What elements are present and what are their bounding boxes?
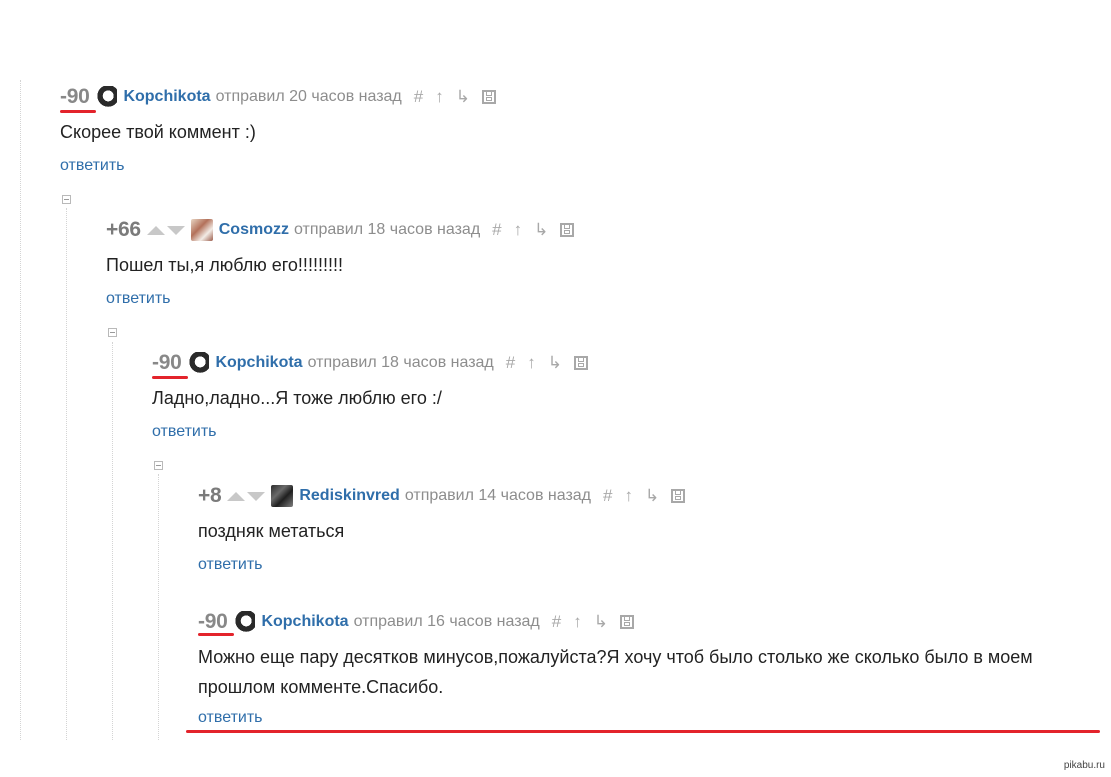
- highlight-underline: [152, 376, 188, 379]
- kopchikota-avatar[interactable]: [95, 86, 118, 108]
- parent-arrow-icon[interactable]: ↑: [527, 353, 536, 373]
- branch-icon[interactable]: ↳: [456, 87, 470, 107]
- comment-author[interactable]: Kopchikota: [123, 88, 210, 106]
- highlight-underline: [60, 110, 96, 113]
- parent-arrow-icon[interactable]: ↑: [514, 220, 523, 240]
- comment-author[interactable]: Kopchikota: [215, 354, 302, 372]
- collapse-toggle[interactable]: [108, 328, 117, 337]
- kopchikota-avatar[interactable]: [187, 352, 210, 374]
- comment-rating: -90: [198, 610, 228, 633]
- comment-rating: +8: [198, 484, 222, 507]
- comment-header: -90 Kopchikota отправил 20 часов назад #…: [60, 85, 496, 109]
- thread-line: [20, 80, 21, 740]
- hash-link-icon[interactable]: #: [492, 220, 501, 240]
- parent-arrow-icon[interactable]: ↑: [624, 486, 633, 506]
- thread-line: [158, 474, 159, 740]
- collapse-toggle[interactable]: [62, 195, 71, 204]
- reply-link[interactable]: ответить: [198, 709, 263, 727]
- comment-meta: отправил 16 часов назад: [353, 613, 540, 630]
- hash-link-icon[interactable]: #: [552, 612, 561, 632]
- comment-header: -90 Kopchikota отправил 16 часов назад #…: [198, 610, 634, 634]
- comment-tools: # ↑ ↳: [506, 353, 588, 373]
- comment-header: +66 Cosmozz отправил 18 часов назад # ↑ …: [106, 218, 575, 242]
- cosmozz-avatar[interactable]: [190, 219, 213, 241]
- comment-rating: -90: [60, 85, 90, 108]
- vote-controls: [146, 225, 185, 235]
- save-icon[interactable]: [481, 90, 496, 104]
- reply-link[interactable]: ответить: [198, 556, 263, 574]
- thread-line: [66, 208, 67, 740]
- upvote-icon[interactable]: [146, 225, 165, 235]
- parent-arrow-icon[interactable]: ↑: [573, 612, 582, 632]
- downvote-icon[interactable]: [247, 491, 266, 501]
- reply-link[interactable]: ответить: [152, 423, 217, 441]
- rediskinvred-avatar[interactable]: [271, 485, 294, 507]
- downvote-icon[interactable]: [166, 225, 185, 235]
- comment-meta: отправил 18 часов назад: [307, 354, 494, 371]
- branch-icon[interactable]: ↳: [594, 612, 608, 632]
- hash-link-icon[interactable]: #: [414, 87, 423, 107]
- branch-icon[interactable]: ↳: [548, 353, 562, 373]
- comment-author[interactable]: Cosmozz: [219, 221, 289, 239]
- comment-author[interactable]: Kopchikota: [261, 613, 348, 631]
- vote-controls: [227, 491, 266, 501]
- save-icon[interactable]: [573, 356, 588, 370]
- save-icon[interactable]: [560, 223, 575, 237]
- branch-icon[interactable]: ↳: [534, 220, 548, 240]
- comment-text-line: Можно еще пару десятков минусов,пожалуйс…: [198, 647, 1033, 667]
- site-watermark: pikabu.ru: [1063, 760, 1105, 771]
- comment-tools: # ↑ ↳: [603, 486, 686, 506]
- kopchikota-avatar[interactable]: [233, 611, 256, 633]
- comment-tools: # ↑ ↳: [552, 612, 634, 632]
- comment-text: поздняк метаться: [198, 521, 345, 541]
- comments-thread: -90 Kopchikota отправил 20 часов назад #…: [0, 0, 1111, 777]
- save-icon[interactable]: [619, 615, 634, 629]
- collapse-toggle[interactable]: [154, 461, 163, 470]
- comment-header: -90 Kopchikota отправил 18 часов назад #…: [152, 351, 588, 375]
- hash-link-icon[interactable]: #: [603, 486, 612, 506]
- parent-arrow-icon[interactable]: ↑: [435, 87, 444, 107]
- highlight-underline: [198, 633, 234, 636]
- comment-meta: отправил 14 часов назад: [404, 487, 592, 504]
- thread-line: [112, 342, 113, 740]
- comment-author[interactable]: Rediskinvred: [299, 487, 399, 505]
- comment-tools: # ↑ ↳: [414, 87, 496, 107]
- upvote-icon[interactable]: [227, 491, 246, 501]
- highlight-underline: [186, 730, 1100, 733]
- comment-rating: -90: [152, 351, 182, 374]
- comment-text-line: прошлом комменте.Спасибо.: [198, 677, 444, 697]
- comment-tools: # ↑ ↳: [492, 220, 575, 240]
- comment-text: Ладно,ладно...Я тоже люблю его :/: [152, 388, 442, 408]
- comment-text: Пошел ты,я люблю его!!!!!!!!!: [106, 255, 343, 275]
- comment-header: +8 Rediskinvred отправил 14 часов назад …: [198, 484, 686, 508]
- comment-meta: отправил 20 часов назад: [215, 88, 402, 105]
- save-icon[interactable]: [671, 489, 686, 503]
- branch-icon[interactable]: ↳: [645, 486, 659, 506]
- comment-meta: отправил 18 часов назад: [293, 221, 481, 238]
- reply-link[interactable]: ответить: [106, 290, 171, 308]
- comment-text: Скорее твой коммент :): [60, 122, 256, 142]
- comment-rating: +66: [106, 218, 141, 241]
- hash-link-icon[interactable]: #: [506, 353, 515, 373]
- reply-link[interactable]: ответить: [60, 157, 125, 175]
